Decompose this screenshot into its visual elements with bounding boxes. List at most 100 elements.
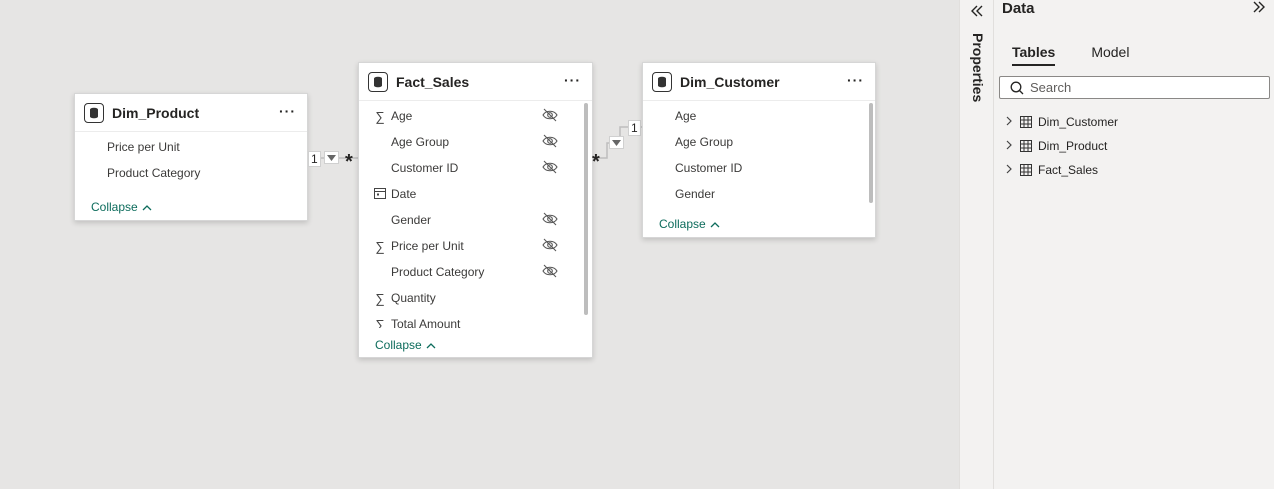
- hidden-eye-icon[interactable]: [542, 160, 558, 177]
- hidden-eye-icon[interactable]: [542, 264, 558, 281]
- tree-item-label: Fact_Sales: [1038, 163, 1099, 177]
- fact-sales-header[interactable]: Fact_Sales ···: [359, 63, 592, 101]
- tree-item-label: Dim_Product: [1038, 139, 1108, 153]
- sigma-icon: ∑: [375, 108, 385, 124]
- tab-model[interactable]: Model: [1091, 44, 1129, 66]
- table-icon: [1020, 116, 1032, 128]
- hidden-eye-icon[interactable]: [542, 238, 558, 255]
- field-label: Age: [675, 109, 697, 123]
- chevron-right-icon[interactable]: [1006, 140, 1020, 153]
- field-row[interactable]: Date: [359, 181, 592, 207]
- field-label: Gender: [391, 213, 432, 227]
- field-label: Date: [391, 187, 417, 201]
- table-icon: [1020, 164, 1032, 176]
- tree-item-label: Dim_Customer: [1038, 115, 1119, 129]
- dim-product-table-card[interactable]: Dim_Product ··· Price per Unit Product C…: [74, 93, 308, 221]
- search-icon: [1010, 81, 1024, 94]
- table-tree: Dim_Customer Dim_Product Fact_Sales: [1006, 110, 1118, 182]
- collapse-button[interactable]: Collapse: [91, 200, 152, 214]
- tree-item-dim-customer[interactable]: Dim_Customer: [1006, 110, 1118, 134]
- more-options-icon[interactable]: ···: [847, 73, 864, 87]
- collapse-label: Collapse: [375, 338, 422, 352]
- database-icon: [652, 71, 672, 92]
- field-row[interactable]: Gender: [663, 181, 875, 207]
- chevron-up-icon: [426, 342, 436, 348]
- field-row[interactable]: Customer ID: [359, 155, 592, 181]
- database-icon: [368, 71, 388, 92]
- field-row[interactable]: ∑ Total Amount: [359, 311, 592, 329]
- cross-filter-arrow-icon[interactable]: [324, 151, 339, 164]
- sigma-icon: ∑: [375, 290, 385, 306]
- tab-tables[interactable]: Tables: [1012, 44, 1056, 66]
- tree-item-fact-sales[interactable]: Fact_Sales: [1006, 158, 1118, 182]
- cardinality-one-label: 1: [628, 120, 641, 136]
- dim-customer-header[interactable]: Dim_Customer ···: [643, 63, 875, 101]
- field-label: Age: [391, 109, 413, 123]
- field-label: Quantity: [391, 291, 436, 305]
- collapse-label: Collapse: [659, 217, 706, 231]
- hidden-eye-icon[interactable]: [542, 108, 558, 125]
- data-pane-tabs: Tables Model: [1012, 44, 1165, 66]
- sigma-icon: ∑: [375, 316, 385, 329]
- search-input[interactable]: [1030, 80, 1250, 95]
- field-row[interactable]: Product Category: [359, 259, 592, 285]
- field-row[interactable]: ∑ Quantity: [359, 285, 592, 311]
- dim-product-header[interactable]: Dim_Product ···: [75, 94, 307, 132]
- field-label: Customer ID: [675, 161, 743, 175]
- hidden-eye-icon[interactable]: [542, 134, 558, 151]
- data-pane: Data Tables Model Dim_Customer Dim_Produ…: [994, 0, 1274, 489]
- hidden-eye-icon[interactable]: [542, 212, 558, 229]
- field-label: Age Group: [391, 135, 450, 149]
- cardinality-many-label: *: [592, 151, 600, 173]
- chevron-up-icon: [142, 204, 152, 210]
- cross-filter-arrow-icon[interactable]: [609, 136, 624, 149]
- sigma-icon: ∑: [375, 238, 385, 254]
- data-pane-title: Data: [1002, 0, 1035, 17]
- collapse-pane-icon[interactable]: [1252, 0, 1266, 18]
- database-icon: [84, 102, 104, 123]
- scrollbar[interactable]: [869, 103, 873, 203]
- more-options-icon[interactable]: ···: [279, 104, 296, 118]
- field-list: ∑ Age Age Group Customer ID Date Gender ∑ Price…: [359, 101, 592, 328]
- tree-item-dim-product[interactable]: Dim_Product: [1006, 134, 1118, 158]
- collapse-label: Collapse: [91, 200, 138, 214]
- collapse-button[interactable]: Collapse: [659, 217, 720, 231]
- field-list: Price per Unit Product Category: [75, 132, 307, 186]
- field-label: Product Category: [107, 166, 201, 180]
- more-options-icon[interactable]: ···: [564, 73, 581, 87]
- model-canvas[interactable]: Dim_Product ··· Price per Unit Product C…: [0, 0, 959, 489]
- chevron-up-icon: [710, 221, 720, 227]
- field-list: Age Age Group Customer ID Gender: [643, 101, 875, 207]
- field-row[interactable]: Price per Unit: [95, 134, 307, 160]
- field-row[interactable]: Customer ID: [663, 155, 875, 181]
- field-row[interactable]: ∑ Age: [359, 103, 592, 129]
- field-row[interactable]: Product Category: [95, 160, 307, 186]
- chevron-right-icon[interactable]: [1006, 116, 1020, 129]
- field-label: Price per Unit: [391, 239, 464, 253]
- table-title: Dim_Product: [112, 104, 200, 121]
- field-row[interactable]: Gender: [359, 207, 592, 233]
- fact-sales-table-card[interactable]: Fact_Sales ··· ∑ Age Age Group Customer ID D…: [358, 62, 593, 358]
- field-row[interactable]: ∑ Price per Unit: [359, 233, 592, 259]
- field-label: Total Amount: [391, 317, 461, 328]
- table-title: Fact_Sales: [396, 73, 470, 90]
- field-label: Gender: [675, 187, 716, 201]
- properties-pane-label[interactable]: Properties: [970, 33, 986, 102]
- calendar-icon: [371, 187, 389, 202]
- properties-pane-collapsed[interactable]: Properties: [959, 0, 994, 489]
- dim-customer-table-card[interactable]: Dim_Customer ··· Age Age Group Customer …: [642, 62, 876, 238]
- table-icon: [1020, 140, 1032, 152]
- field-label: Product Category: [391, 265, 485, 279]
- field-row[interactable]: Age Group: [663, 129, 875, 155]
- field-label: Price per Unit: [107, 140, 180, 154]
- chevron-right-icon[interactable]: [1006, 164, 1020, 177]
- field-row[interactable]: Age: [663, 103, 875, 129]
- collapse-button[interactable]: Collapse: [375, 338, 436, 352]
- field-label: Age Group: [675, 135, 734, 149]
- field-row[interactable]: Age Group: [359, 129, 592, 155]
- table-title: Dim_Customer: [680, 73, 780, 90]
- search-box[interactable]: [999, 76, 1270, 99]
- scrollbar[interactable]: [584, 103, 588, 315]
- field-label: Customer ID: [391, 161, 459, 175]
- expand-pane-icon[interactable]: [970, 4, 984, 22]
